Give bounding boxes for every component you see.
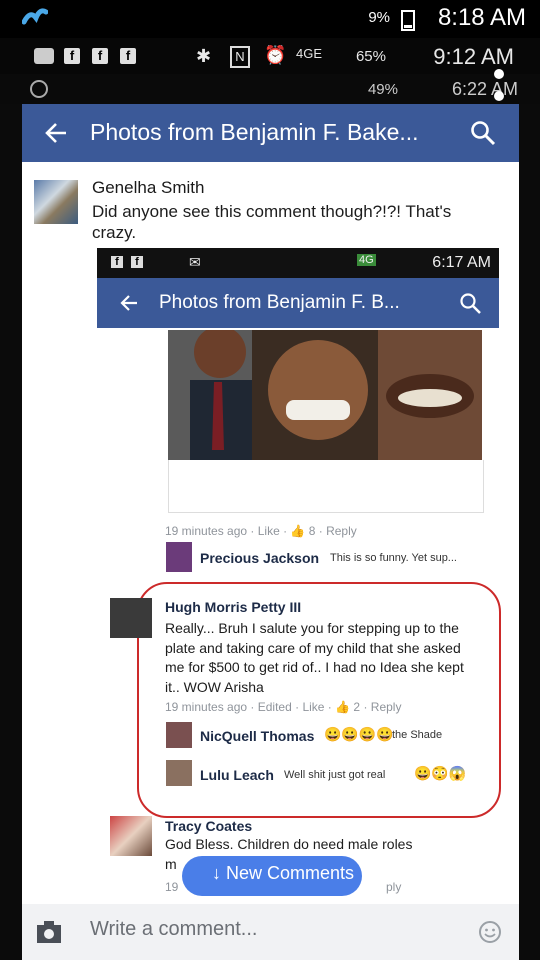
timestamp: 19 minutes ago [165,524,248,538]
message-icon [34,48,54,64]
comment-text: Well shit just got real [284,769,386,781]
alarm-icon: ⏰ [264,45,287,65]
comment-text: Did anyone see this comment though?!?! T… [92,202,452,242]
avatar[interactable] [166,760,192,786]
comment-author[interactable]: Tracy Coates [165,818,252,834]
status-time: 6:22 AM [451,79,518,99]
comment-author[interactable]: Genelha Smith [92,178,204,198]
back-arrow-icon[interactable] [119,294,139,312]
status-time: 6:17 AM [432,254,491,271]
like-link[interactable]: Like [302,700,324,714]
emoji-picker-icon[interactable] [478,920,502,944]
bluetooth-icon: ✱ [196,46,212,66]
like-count: 8 [308,524,316,538]
sync-icon [30,80,48,98]
timestamp: 19 [165,880,179,894]
page-title: Photos from Benjamin F. B... [159,292,400,313]
status-bar-second: f f f ✱ N ⏰ 4GE 65% 9:12 AM [0,38,540,74]
page-title: Photos from Benjamin F. Bake... [90,119,419,145]
gmail-icon: ✉ [189,254,201,270]
status-time: 8:18 AM [437,4,526,31]
network-type: 4G [357,254,376,266]
like-count: 2 [353,700,361,714]
search-icon[interactable] [470,120,496,146]
avatar[interactable] [110,816,152,856]
comment-text: God Bless. Children do need male roles [165,836,413,852]
comment-author[interactable]: Hugh Morris Petty III [165,599,301,615]
status-bar-top: 9% 8:18 AM [0,0,540,38]
comment-author[interactable]: Lulu Leach [200,767,274,783]
battery-percent: 49% [367,81,398,98]
facebook-icon: f [120,48,136,64]
comment-meta: 19 minutes ago · Edited · Like · 👍 2 · R… [165,700,402,714]
status-bar-third: 49% 6:22 AM [0,74,540,104]
camera-icon[interactable] [36,920,62,944]
post-photo[interactable] [168,330,482,460]
battery-icon [401,10,415,31]
like-count-icon: 👍 [290,524,306,538]
edited-label[interactable]: Edited [258,700,292,714]
facebook-icon: f [92,48,108,64]
new-comments-button[interactable]: ↓ New Comments [182,856,362,896]
timestamp: 19 minutes ago [165,700,248,714]
avatar[interactable] [34,180,78,224]
nfc-icon: N [230,46,250,68]
avatar[interactable] [166,542,192,572]
comment-text: the Shade [392,729,443,741]
battery-percent: 65% [355,48,386,65]
new-comments-label: ↓ New Comments [212,863,355,883]
battery-percent: 9% [368,9,390,26]
search-icon[interactable] [459,292,481,314]
facebook-icon: f [131,256,143,268]
comment-text-fragment: m [165,856,177,872]
avatar[interactable] [166,722,192,748]
reply-link[interactable]: ply [386,880,401,894]
inner-status-bar: f f ✉ 4G 6:17 AM [97,248,499,278]
like-link[interactable]: Like [258,524,280,538]
photo-caption-card [168,460,484,513]
inner-app-bar: Photos from Benjamin F. B... [97,278,499,328]
facebook-icon: f [111,256,123,268]
comment-author[interactable]: NicQuell Thomas [200,728,314,744]
app-notification-icon [22,8,48,25]
app-bar: Photos from Benjamin F. Bake... [22,104,519,162]
avatar[interactable] [110,598,152,638]
comment-text: This is so funny. Yet sup... [330,552,457,564]
emoji-icon: 😀😳😱 [414,765,467,781]
comment-composer[interactable]: Write a comment... [22,904,519,960]
photo-meta: 19 minutes ago · Like · 👍 8 · Reply [165,524,357,538]
reply-link[interactable]: Reply [326,524,357,538]
comment-text: Really... Bruh I salute you for stepping… [165,620,464,695]
comment-input[interactable]: Write a comment... [90,918,257,941]
reply-link[interactable]: Reply [371,700,402,714]
emoji-icon: 😀😀😀😀 [324,726,394,742]
facebook-icon: f [64,48,80,64]
back-arrow-icon[interactable] [44,122,68,144]
comment-author[interactable]: Precious Jackson [200,550,319,566]
network-type: 4GE [296,46,323,61]
like-count-icon: 👍 [335,700,351,714]
